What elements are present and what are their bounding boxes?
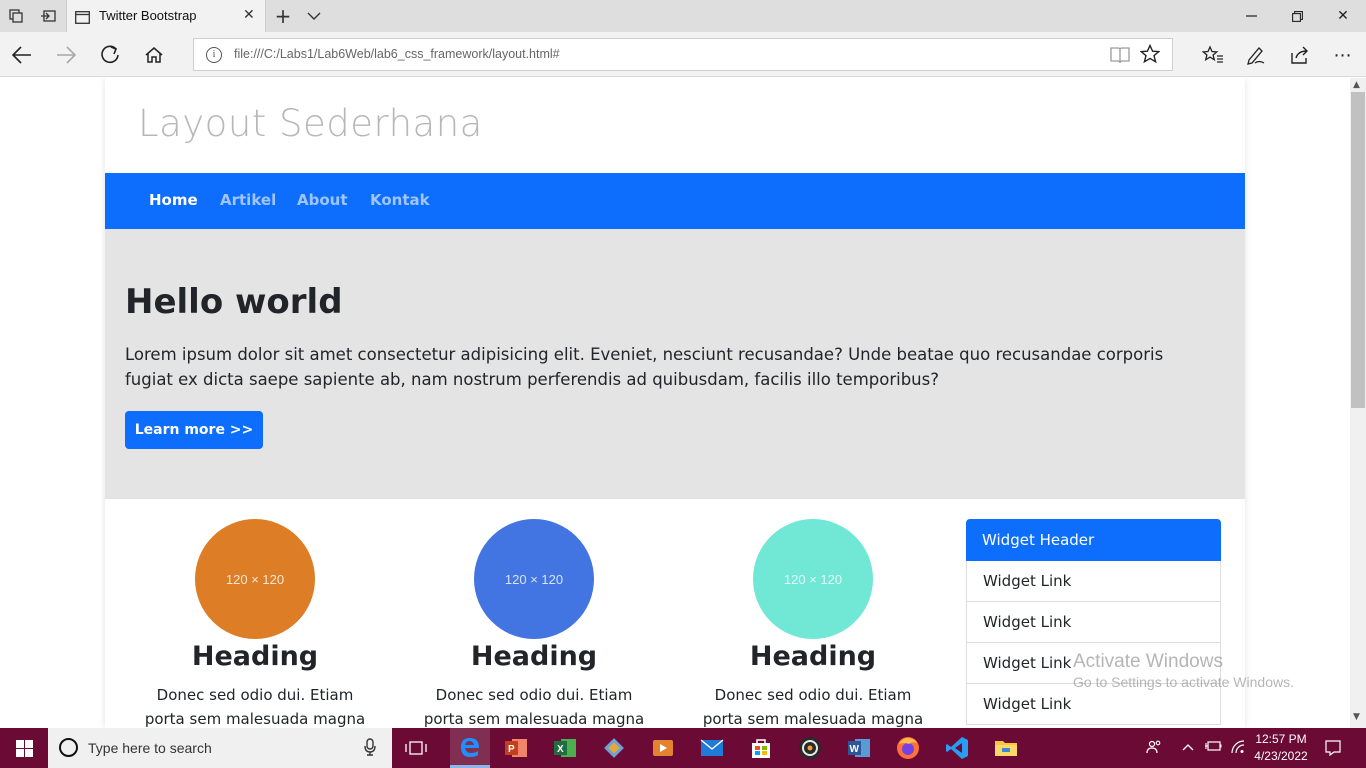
microphone-icon[interactable] xyxy=(364,738,376,760)
forward-icon[interactable] xyxy=(53,42,79,68)
widget-link[interactable]: Widget Link xyxy=(966,684,1221,725)
system-clock[interactable]: 12:57 PM 4/23/2022 xyxy=(1250,731,1312,765)
widget-link[interactable]: Widget Link xyxy=(966,561,1221,602)
widget-link[interactable]: Widget Link xyxy=(966,643,1221,684)
scroll-down-icon[interactable]: ▼ xyxy=(1353,712,1360,722)
feature-text: Donec sed odio dui. Etiam porta sem male… xyxy=(144,686,366,728)
task-view-icon[interactable] xyxy=(400,732,432,764)
page-container: Layout Sederhana Home Artikel About Kont… xyxy=(105,78,1245,728)
chevron-down-icon[interactable] xyxy=(304,6,324,26)
set-tabs-aside-icon[interactable] xyxy=(38,6,58,26)
taskbar: Type here to search P X W 12:57 PM 4/23/… xyxy=(0,728,1366,768)
favorite-star-icon[interactable] xyxy=(1139,43,1161,69)
svg-text:X: X xyxy=(557,744,564,755)
powerpoint-app-icon[interactable]: P xyxy=(500,732,532,764)
svg-text:W: W xyxy=(850,744,860,755)
groove-music-app-icon[interactable] xyxy=(794,732,826,764)
main-nav: Home Artikel About Kontak xyxy=(105,173,1245,229)
reading-view-icon[interactable] xyxy=(1110,46,1130,68)
placeholder-image: 120 × 120 xyxy=(474,519,594,639)
sidebar-widget: Widget Header Widget Link Widget Link Wi… xyxy=(966,519,1221,725)
cortana-icon xyxy=(59,738,78,757)
site-info-icon[interactable]: i xyxy=(206,47,222,63)
learn-more-button[interactable]: Learn more >> xyxy=(125,411,263,449)
battery-icon[interactable] xyxy=(1204,740,1222,756)
placeholder-image: 120 × 120 xyxy=(753,519,873,639)
page-icon xyxy=(75,9,90,28)
jumbotron: Hello world Lorem ipsum dolor sit amet c… xyxy=(105,229,1245,499)
scrollbar-thumb[interactable] xyxy=(1351,92,1365,408)
store-app-icon[interactable] xyxy=(745,732,777,764)
url-text[interactable]: file:///C:/Labs1/Lab6Web/lab6_css_framew… xyxy=(234,47,560,61)
notification-icon[interactable] xyxy=(1325,740,1341,760)
nav-link-home[interactable]: Home xyxy=(149,191,198,209)
feature-text: Donec sed odio dui. Etiam porta sem male… xyxy=(702,686,924,728)
vscode-app-icon[interactable] xyxy=(941,732,973,764)
feature-heading: Heading xyxy=(191,641,319,672)
restore-icon[interactable] xyxy=(1287,6,1307,26)
more-options-icon[interactable]: ⋯ xyxy=(1330,42,1356,68)
nav-link-kontak[interactable]: Kontak xyxy=(370,191,430,209)
firefox-app-icon[interactable] xyxy=(892,732,924,764)
back-icon[interactable] xyxy=(9,42,35,68)
media-player-app-icon[interactable] xyxy=(647,732,679,764)
new-tab-icon[interactable]: + xyxy=(273,4,293,28)
address-bar[interactable]: i file:///C:/Labs1/Lab6Web/lab6_css_fram… xyxy=(193,38,1173,71)
page-viewport: Layout Sederhana Home Artikel About Kont… xyxy=(0,78,1350,728)
svg-text:P: P xyxy=(508,744,515,755)
scroll-up-icon[interactable]: ▲ xyxy=(1353,80,1360,90)
refresh-icon[interactable] xyxy=(97,42,123,68)
tab-preview-icon[interactable] xyxy=(6,6,26,26)
browser-address-bar: i file:///C:/Labs1/Lab6Web/lab6_css_fram… xyxy=(0,32,1366,77)
share-icon[interactable] xyxy=(1287,42,1313,68)
taskbar-search-box[interactable]: Type here to search xyxy=(48,728,392,768)
nav-link-about[interactable]: About xyxy=(297,191,348,209)
nav-link-artikel[interactable]: Artikel xyxy=(220,191,276,209)
tab-title: Twitter Bootstrap xyxy=(99,8,197,23)
close-window-icon[interactable]: ✕ xyxy=(1333,6,1353,26)
feature-heading: Heading xyxy=(749,641,877,672)
clock-time: 12:57 PM xyxy=(1255,732,1307,746)
mail-app-icon[interactable] xyxy=(696,732,728,764)
favorites-icon[interactable] xyxy=(1200,42,1226,68)
wifi-icon[interactable] xyxy=(1230,740,1246,758)
feature-text: Donec sed odio dui. Etiam porta sem male… xyxy=(423,686,645,728)
search-placeholder: Type here to search xyxy=(88,740,212,756)
pen-notes-icon[interactable] xyxy=(1243,42,1269,68)
minimize-icon[interactable] xyxy=(1241,6,1261,26)
widget-link[interactable]: Widget Link xyxy=(966,602,1221,643)
placeholder-image: 120 × 120 xyxy=(195,519,315,639)
close-tab-icon[interactable]: ✕ xyxy=(243,7,255,23)
clock-date: 4/23/2022 xyxy=(1254,749,1308,763)
tab-twitter-bootstrap[interactable]: Twitter Bootstrap ✕ xyxy=(66,0,266,32)
word-app-icon[interactable]: W xyxy=(843,732,875,764)
widget-header[interactable]: Widget Header xyxy=(966,519,1221,561)
jumbotron-text: Lorem ipsum dolor sit amet consectetur a… xyxy=(125,345,1164,389)
site-header: Layout Sederhana xyxy=(105,78,1245,173)
vertical-scrollbar[interactable]: ▲ ▼ xyxy=(1350,78,1366,728)
feature-heading: Heading xyxy=(470,641,598,672)
windows-start-icon[interactable] xyxy=(0,728,48,768)
chevron-up-icon[interactable] xyxy=(1182,740,1194,755)
edge-app-icon[interactable] xyxy=(450,728,490,768)
people-icon[interactable] xyxy=(1146,740,1162,758)
git-app-icon[interactable] xyxy=(598,732,630,764)
browser-tab-bar: Twitter Bootstrap ✕ + ✕ xyxy=(0,0,1366,32)
excel-app-icon[interactable]: X xyxy=(549,732,581,764)
site-title: Layout Sederhana xyxy=(138,102,483,145)
file-explorer-app-icon[interactable] xyxy=(990,732,1022,764)
home-icon[interactable] xyxy=(141,42,167,68)
jumbotron-title: Hello world xyxy=(125,282,343,322)
